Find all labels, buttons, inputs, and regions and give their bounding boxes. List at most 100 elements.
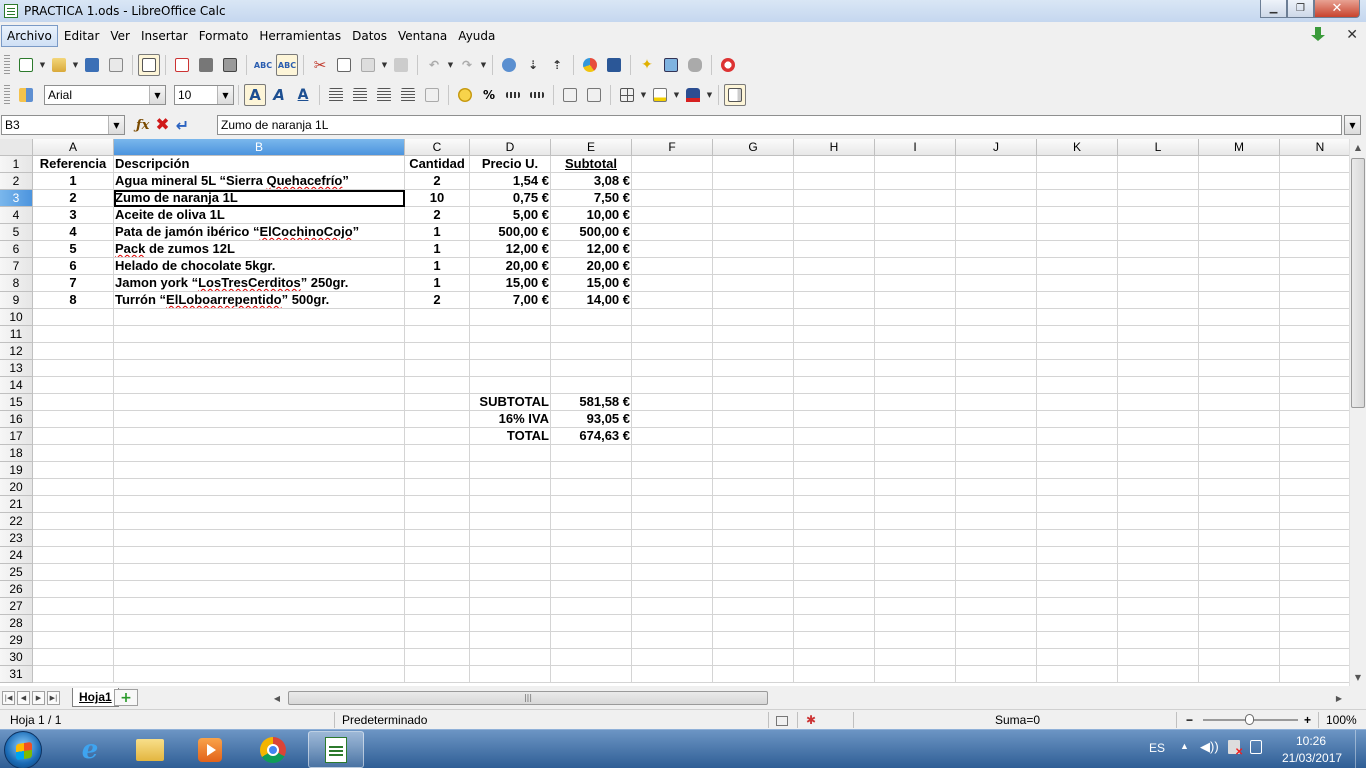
- cell-d1[interactable]: Precio U.: [470, 156, 551, 173]
- cell-b4[interactable]: Aceite de oliva 1L: [114, 207, 405, 224]
- grid-cell[interactable]: [794, 292, 875, 309]
- grid-cell[interactable]: [1199, 275, 1280, 292]
- grid-cell[interactable]: [875, 258, 956, 275]
- print-icon[interactable]: [195, 54, 217, 76]
- column-header-n[interactable]: N: [1280, 139, 1349, 156]
- row-header-12[interactable]: 12: [0, 343, 33, 360]
- grid-cell[interactable]: [713, 513, 794, 530]
- grid-cell[interactable]: [632, 224, 713, 241]
- grid-cell[interactable]: [1118, 547, 1199, 564]
- grid-cell[interactable]: [1037, 411, 1118, 428]
- grid-cell[interactable]: [470, 360, 551, 377]
- grid-cell[interactable]: [956, 343, 1037, 360]
- row-header-29[interactable]: 29: [0, 632, 33, 649]
- grid-cell[interactable]: [713, 445, 794, 462]
- grid-cell[interactable]: [1199, 615, 1280, 632]
- currency-format-icon[interactable]: [454, 84, 476, 106]
- cell-a9[interactable]: 8: [33, 292, 114, 309]
- grid-cell[interactable]: [632, 615, 713, 632]
- grid-cell[interactable]: [1037, 258, 1118, 275]
- horizontal-scrollbar[interactable]: ◀ ||| ▶: [270, 690, 1350, 706]
- grid-cell[interactable]: [405, 360, 470, 377]
- decrease-indent-icon[interactable]: [559, 84, 581, 106]
- grid-cell[interactable]: [794, 411, 875, 428]
- grid-cell[interactable]: [713, 479, 794, 496]
- grid-cell[interactable]: [1118, 292, 1199, 309]
- grid-cell[interactable]: [114, 598, 405, 615]
- grid-cell[interactable]: [1037, 598, 1118, 615]
- align-right-icon[interactable]: [373, 84, 395, 106]
- grid-cell[interactable]: [1118, 156, 1199, 173]
- menu-ventana[interactable]: Ventana: [393, 26, 452, 46]
- grid-cell[interactable]: [114, 394, 405, 411]
- grid-cell[interactable]: [632, 309, 713, 326]
- grid-cell[interactable]: [1037, 173, 1118, 190]
- grid-cell[interactable]: [1037, 394, 1118, 411]
- grid-cell[interactable]: [632, 156, 713, 173]
- grid-cell[interactable]: [875, 445, 956, 462]
- cell-b5[interactable]: Pata de jamón ibérico “ElCochinoCojo”: [114, 224, 405, 241]
- align-left-icon[interactable]: [325, 84, 347, 106]
- grid-cell[interactable]: [405, 649, 470, 666]
- grid-cell[interactable]: [1037, 343, 1118, 360]
- grid-cell[interactable]: [632, 360, 713, 377]
- grid-cell[interactable]: [1037, 547, 1118, 564]
- grid-cell[interactable]: [405, 632, 470, 649]
- font-size-combobox[interactable]: 10 ▼: [174, 85, 234, 105]
- grid-cell[interactable]: [956, 598, 1037, 615]
- grid-cell[interactable]: [875, 411, 956, 428]
- grid-cell[interactable]: [875, 190, 956, 207]
- grid-cell[interactable]: [405, 513, 470, 530]
- new-document-icon[interactable]: [15, 54, 37, 76]
- spreadsheet-grid[interactable]: A B C D E F G H I J K L M N 1 2 3 4 5 6 7 8 9 10 1…: [0, 139, 1349, 686]
- hyperlink-icon[interactable]: [498, 54, 520, 76]
- cell-b1[interactable]: Descripción: [114, 156, 405, 173]
- row-header-16[interactable]: 16: [0, 411, 33, 428]
- grid-cell[interactable]: [1199, 530, 1280, 547]
- grid-cell[interactable]: [1199, 377, 1280, 394]
- grid-cell[interactable]: [632, 292, 713, 309]
- grid-cell[interactable]: [875, 496, 956, 513]
- font-name-dropdown-icon[interactable]: ▼: [149, 86, 165, 104]
- grid-cell[interactable]: [956, 190, 1037, 207]
- grid-cell[interactable]: [632, 275, 713, 292]
- grid-cell[interactable]: [551, 530, 632, 547]
- grid-cell[interactable]: [875, 666, 956, 683]
- volume-icon[interactable]: ◀)): [1200, 739, 1219, 755]
- grid-cell[interactable]: [1037, 241, 1118, 258]
- grid-cell[interactable]: [114, 496, 405, 513]
- grid-cell[interactable]: [114, 632, 405, 649]
- scroll-right-icon[interactable]: ▶: [1332, 690, 1346, 706]
- cell-c2[interactable]: 2: [405, 173, 470, 190]
- undo-icon[interactable]: ↶: [423, 54, 445, 76]
- close-window-button[interactable]: ✕: [1314, 0, 1360, 18]
- row-header-20[interactable]: 20: [0, 479, 33, 496]
- grid-cell[interactable]: [875, 581, 956, 598]
- grid-cell[interactable]: [875, 632, 956, 649]
- column-header-j[interactable]: J: [956, 139, 1037, 156]
- close-document-icon[interactable]: ✕: [1346, 27, 1358, 43]
- grid-cell[interactable]: [794, 258, 875, 275]
- grid-cell[interactable]: [114, 360, 405, 377]
- grid-cell[interactable]: [33, 411, 114, 428]
- cell-b2[interactable]: Agua mineral 5L “Sierra Quehacefrío”: [114, 173, 405, 190]
- grid-cell[interactable]: [470, 513, 551, 530]
- grid-cell[interactable]: [1280, 207, 1349, 224]
- grid-cell[interactable]: [875, 241, 956, 258]
- grid-cell[interactable]: [1118, 241, 1199, 258]
- cell-a3[interactable]: 2: [33, 190, 114, 207]
- grid-cell[interactable]: [114, 343, 405, 360]
- last-sheet-icon[interactable]: ▶|: [47, 691, 60, 705]
- grid-cell[interactable]: [1280, 411, 1349, 428]
- font-color-icon[interactable]: [682, 84, 704, 106]
- grid-cell[interactable]: [875, 394, 956, 411]
- row-header-24[interactable]: 24: [0, 547, 33, 564]
- grid-cell[interactable]: [551, 479, 632, 496]
- grid-cell[interactable]: [875, 207, 956, 224]
- grid-cell[interactable]: [114, 649, 405, 666]
- grid-cell[interactable]: [1037, 581, 1118, 598]
- help-icon[interactable]: [717, 54, 739, 76]
- underline-icon[interactable]: A: [292, 84, 314, 106]
- grid-cell[interactable]: [1037, 224, 1118, 241]
- grid-cell[interactable]: [405, 547, 470, 564]
